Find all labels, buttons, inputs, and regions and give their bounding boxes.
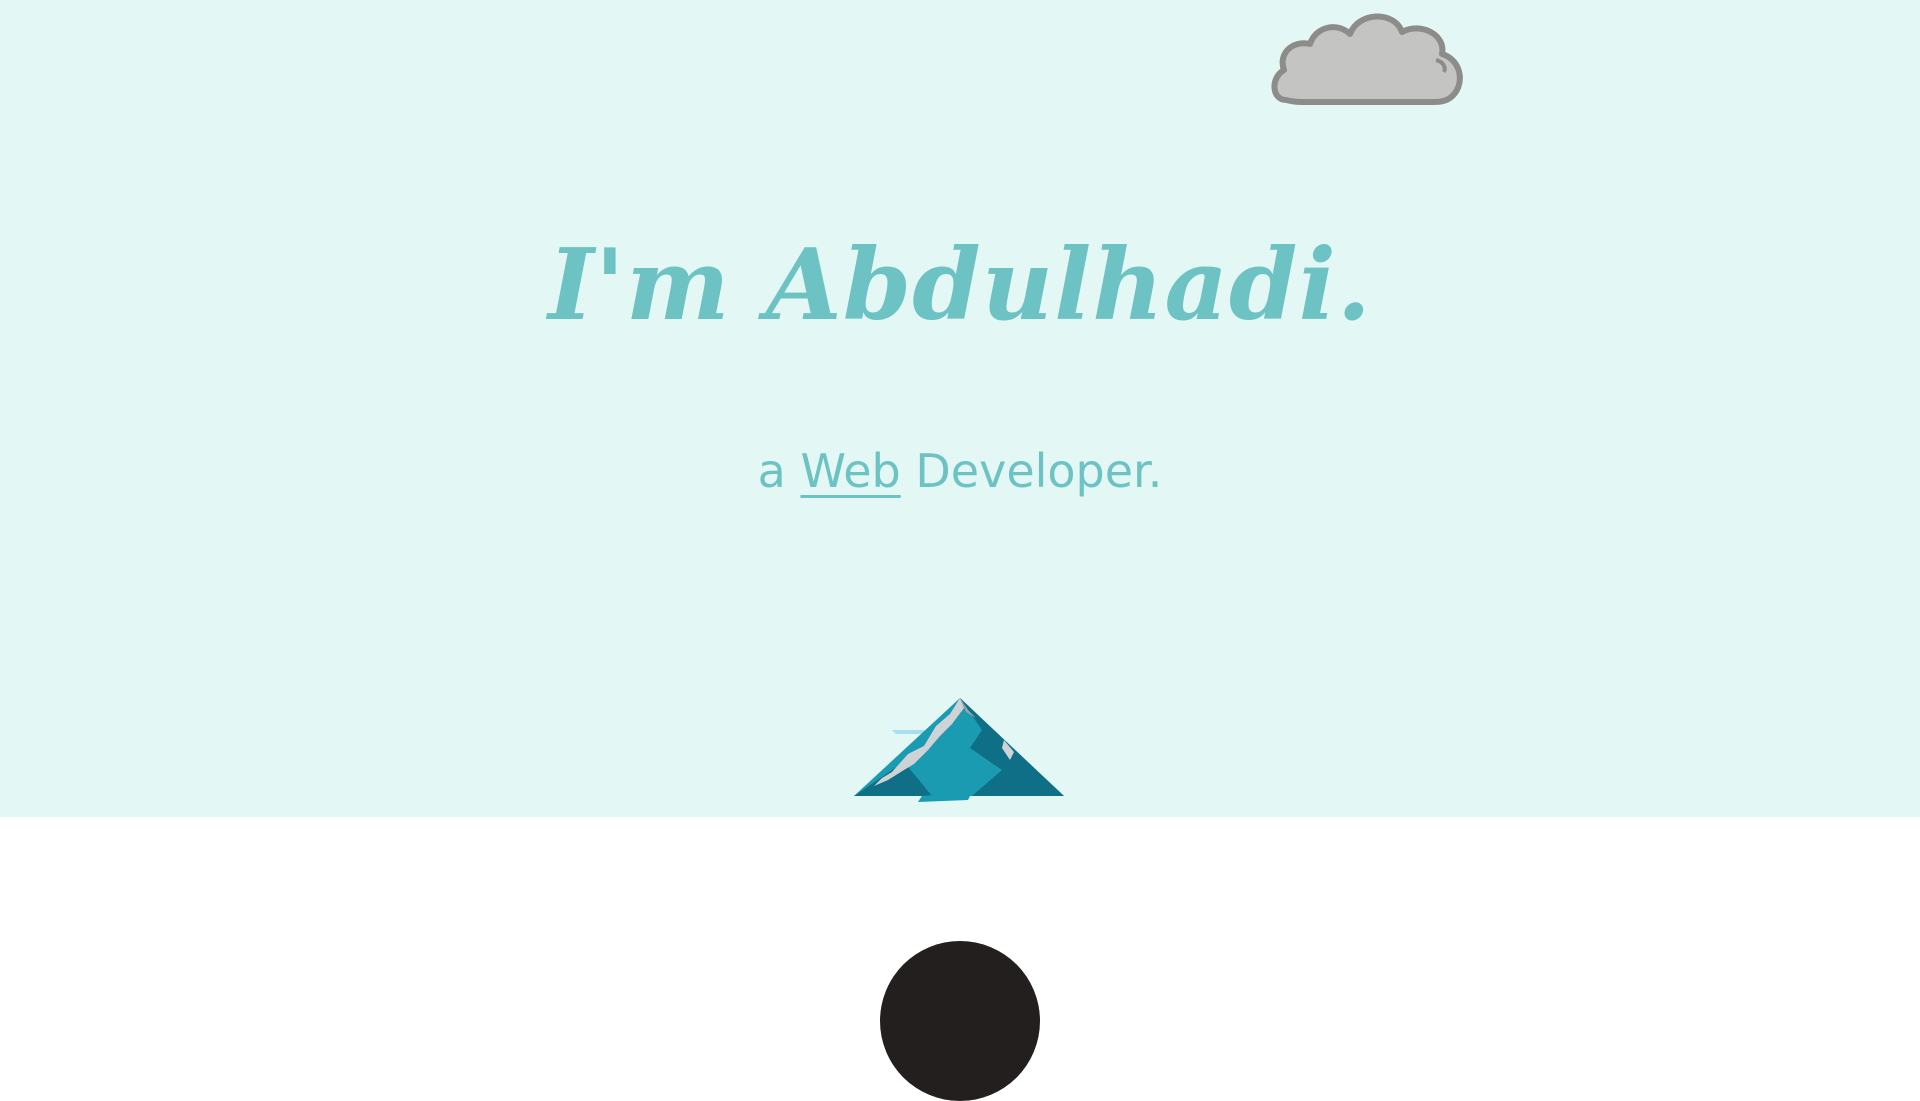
page-title: I'm Abdulhadi. [548,228,1372,343]
avatar [880,941,1040,1101]
role-word: Web [800,444,901,498]
subtitle-prefix: a [757,444,786,498]
subtitle-suffix: Developer. [915,444,1163,498]
hero-section: I'm Abdulhadi. a Web Developer. [0,0,1920,817]
cloud-icon [1271,13,1463,105]
mountain-icon [854,698,1064,802]
subtitle: a Web Developer. [0,444,1920,498]
